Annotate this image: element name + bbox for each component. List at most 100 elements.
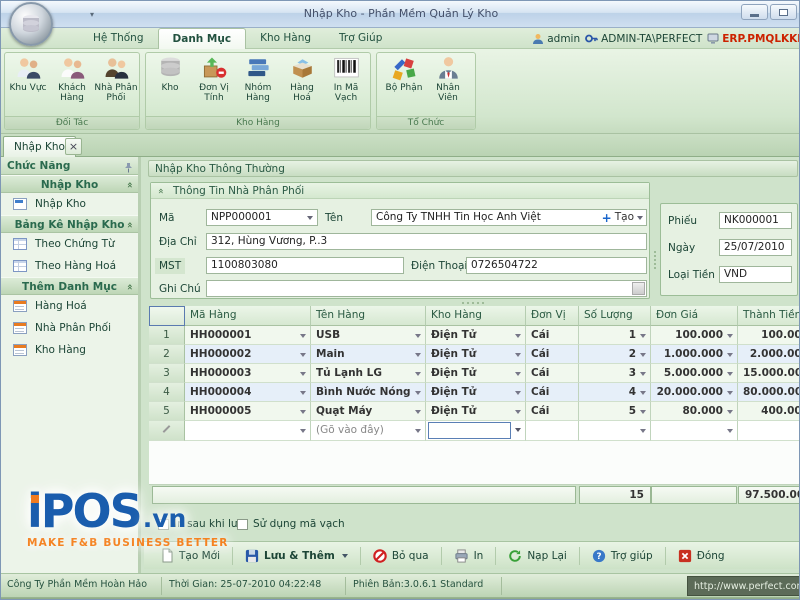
- unit-box-icon: [201, 55, 228, 82]
- tao-button[interactable]: + Tạo: [602, 211, 643, 224]
- ribbon-button-kho[interactable]: Kho: [148, 55, 192, 93]
- dien-thoai-label: Điện Thoại: [411, 258, 467, 274]
- sidebar-item-theo-hang-hoa[interactable]: Theo Hàng Hoá: [1, 255, 138, 277]
- sidebar-section-bang-ke[interactable]: Bảng Kê Nhập Kho«: [1, 215, 138, 233]
- column-header-thanh-tien[interactable]: Thành Tiền: [738, 306, 800, 326]
- sidebar-section-nhap-kho[interactable]: Nhập Kho«: [1, 175, 138, 193]
- ribbon-button-nhan-vien[interactable]: Nhân Viên: [426, 55, 470, 103]
- new-row-placeholder[interactable]: (Gõ vào đây): [311, 421, 426, 441]
- maximize-button[interactable]: [770, 4, 797, 20]
- close-document-icon[interactable]: ×: [65, 138, 82, 155]
- ribbon-group-label: Đối Tác: [5, 116, 139, 129]
- column-header-kho-hang[interactable]: Kho Hàng: [426, 306, 526, 326]
- tab-danh-muc[interactable]: Danh Mục: [158, 28, 247, 49]
- user-segment: admin: [532, 33, 580, 45]
- ribbon-group-doi-tac: Khu Vực Khách Hàng Nhà Phân Phối: [4, 52, 140, 130]
- customers-icon: [59, 55, 86, 82]
- ribbon-button-khach-hang[interactable]: Khách Hàng: [50, 55, 94, 103]
- voucher-panel: Phiếu NK000001 Ngày 25/07/2010 Loại Tiền…: [660, 203, 798, 296]
- status-url[interactable]: http://www.perfect.com.vn: [687, 576, 800, 596]
- quick-access-dropdown[interactable]: ▾: [85, 8, 99, 21]
- tab-tro-giup[interactable]: Trợ Giúp: [325, 28, 396, 49]
- ribbon-group-label: Kho Hàng: [146, 116, 370, 129]
- help-button[interactable]: ? Trợ giúp: [583, 546, 662, 566]
- close-button[interactable]: Đóng: [669, 546, 734, 566]
- cancel-button[interactable]: Bỏ qua: [364, 546, 438, 566]
- ten-input[interactable]: Công Ty TNHH Tin Học Anh Việt + Tạo: [371, 209, 647, 226]
- sidebar-item-nhap-kho[interactable]: Nhập Kho: [1, 193, 138, 215]
- tab-kho-hang[interactable]: Kho Hàng: [246, 28, 325, 49]
- phieu-label: Phiếu: [668, 213, 697, 229]
- title-bar: Nhập Kho - Phần Mềm Quản Lý Kho: [1, 1, 800, 28]
- minimize-icon: [750, 14, 759, 17]
- table-row[interactable]: 4 HH000004 Bình Nước Nóng Điện Tử Cái 4 …: [149, 383, 800, 402]
- phieu-input[interactable]: NK000001: [719, 212, 792, 229]
- print-button[interactable]: In: [445, 546, 493, 566]
- employee-icon: [435, 55, 462, 82]
- loai-tien-input[interactable]: VND: [719, 266, 792, 283]
- application-menu-orb[interactable]: [9, 2, 53, 46]
- dien-thoai-input[interactable]: 0726504722: [466, 257, 647, 274]
- form-icon: [13, 198, 27, 210]
- sidebar-item-theo-chung-tu[interactable]: Theo Chứng Từ: [1, 233, 138, 255]
- ribbon-button-hang-hoa[interactable]: Hàng Hoá: [280, 55, 324, 103]
- ngay-input[interactable]: 25/07/2010: [719, 239, 792, 256]
- ribbon-group-kho-hang: Kho Đơn Vị Tính Nhóm H: [145, 52, 371, 130]
- column-header-don-vi[interactable]: Đơn Vị: [526, 306, 579, 326]
- status-bar: Công Ty Phần Mềm Hoàn Hảo Thời Gian: 25-…: [1, 573, 800, 597]
- sidebar-section-them-danh-muc[interactable]: Thêm Danh Mục«: [1, 277, 138, 295]
- column-header-don-gia[interactable]: Đơn Giá: [651, 306, 738, 326]
- status-version: Phiên Bản:3.0.6.1 Standard: [353, 579, 483, 590]
- table-row[interactable]: 5 HH000005 Quạt Máy Điện Tử Cái 5 80.000…: [149, 402, 800, 421]
- sidebar-item-kho-hang[interactable]: Kho Hàng: [1, 339, 138, 361]
- column-header-ma-hang[interactable]: Mã Hàng: [185, 306, 311, 326]
- vertical-splitter[interactable]: [652, 232, 657, 287]
- minimize-button[interactable]: [741, 4, 768, 20]
- new-entry-row[interactable]: (Gõ vào đây): [149, 421, 800, 441]
- warehouse-database-icon: [157, 55, 184, 82]
- divider: [161, 577, 162, 595]
- ribbon-group-label: Tổ Chức: [377, 116, 475, 129]
- tab-he-thong[interactable]: Hệ Thống: [79, 28, 158, 49]
- region-people-icon: [15, 55, 42, 82]
- ribbon: Khu Vực Khách Hàng Nhà Phân Phối: [1, 49, 800, 134]
- ribbon-button-don-vi-tinh[interactable]: Đơn Vị Tính: [192, 55, 236, 103]
- mst-input[interactable]: 1100803080: [206, 257, 404, 274]
- sidebar-item-hang-hoa[interactable]: Hàng Hoá: [1, 295, 138, 317]
- expand-note-button[interactable]: [632, 282, 645, 295]
- row-selector-header[interactable]: [149, 306, 185, 326]
- new-row-kho-combo[interactable]: [426, 421, 526, 441]
- use-barcode-checkbox[interactable]: Sử dụng mã vạch: [237, 518, 345, 530]
- ribbon-button-in-ma-vach[interactable]: In Mã Vạch: [324, 55, 368, 103]
- dia-chi-label: Địa Chỉ: [159, 234, 197, 250]
- table-row[interactable]: 2 HH000002 Main Điện Tử Cái 2 1.000.000 …: [149, 345, 800, 364]
- column-header-so-luong[interactable]: Số Lượng: [579, 306, 651, 326]
- horizontal-splitter[interactable]: [144, 299, 800, 306]
- dia-chi-input[interactable]: 312, Hùng Vương, P..3: [206, 233, 647, 250]
- table-row[interactable]: 1 HH000001 USB Điện Tử Cái 1 100.000 100…: [149, 326, 800, 345]
- loai-tien-label: Loại Tiền: [668, 267, 715, 283]
- save-and-add-button[interactable]: Lưu & Thêm: [236, 546, 357, 566]
- ribbon-tab-row: Hệ Thống Danh Mục Kho Hàng Trợ Giúp admi…: [1, 28, 800, 49]
- column-header-ten-hang[interactable]: Tên Hàng: [311, 306, 426, 326]
- ribbon-button-khu-vuc[interactable]: Khu Vực: [6, 55, 50, 93]
- active-combo[interactable]: [428, 422, 511, 439]
- ma-label: Mã: [159, 210, 175, 226]
- ribbon-group-to-chuc: Bộ Phận Nhân Viên Tổ Chức: [376, 52, 476, 130]
- supplier-groupbox: « Thông Tin Nhà Phân Phối Mã NPP000001 T…: [150, 182, 650, 299]
- ribbon-button-nha-phan-phoi[interactable]: Nhà Phân Phối: [94, 55, 138, 103]
- ma-combo[interactable]: NPP000001: [206, 209, 318, 226]
- main-panel: Nhập Kho Thông Thường « Thông Tin Nhà Ph…: [144, 157, 800, 573]
- ipos-watermark: iPOS .vn MAKE F&B BUSINESS BETTER: [27, 487, 229, 549]
- ghi-chu-input[interactable]: [206, 280, 647, 297]
- ribbon-button-bo-phan[interactable]: Bộ Phận: [382, 55, 426, 93]
- ribbon-button-nhom-hang[interactable]: Nhóm Hàng: [236, 55, 280, 103]
- collapse-icon: «: [152, 188, 168, 194]
- total-quantity: 15: [579, 486, 651, 504]
- table-row[interactable]: 3 HH000003 Tủ Lạnh LG Điện Tử Cái 3 5.00…: [149, 364, 800, 383]
- reload-button[interactable]: Nạp Lại: [499, 546, 576, 566]
- divider: [360, 547, 361, 565]
- supplier-groupbox-header[interactable]: « Thông Tin Nhà Phân Phối: [151, 183, 649, 199]
- sidebar-item-nha-phan-phoi[interactable]: Nhà Phân Phối: [1, 317, 138, 339]
- user-info-bar: admin ADMIN-TA\PERFECT ERP.PMQLKKHO: [532, 30, 800, 47]
